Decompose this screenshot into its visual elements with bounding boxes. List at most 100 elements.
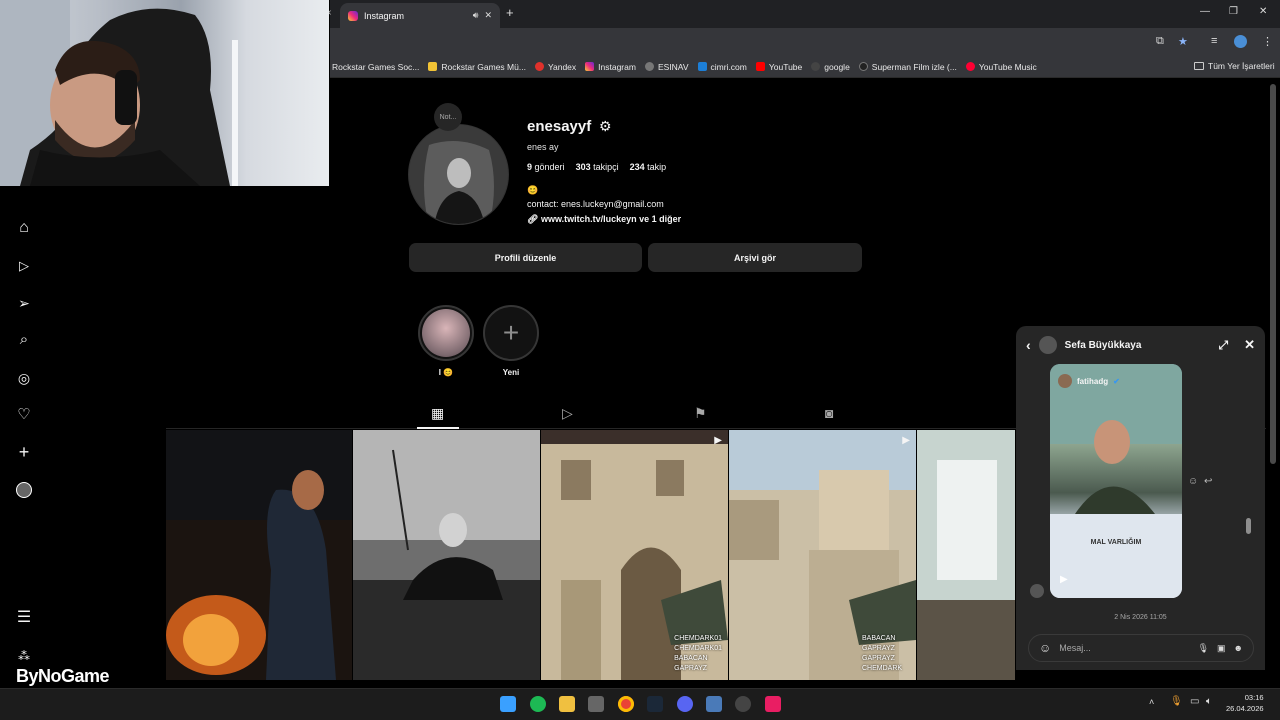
new-tab-button[interactable]: + (506, 5, 514, 20)
bookmark-item[interactable]: YouTube (755, 62, 802, 72)
post-tile[interactable]: CHEMDARK01 CHEMDARK01 BABACAN GAPRAYZ ▶ (541, 430, 728, 680)
post-tile[interactable] (166, 430, 352, 680)
instagram-favicon-icon (348, 10, 358, 21)
close-tab-icon[interactable]: ✕ (484, 10, 492, 21)
store-icon[interactable] (588, 696, 604, 712)
chat-avatar[interactable] (1038, 336, 1057, 354)
profile-avatar-icon[interactable] (1234, 35, 1247, 48)
caption-line: CHEMDARK01 (674, 645, 722, 652)
bookmark-item[interactable]: YouTube Music (965, 62, 1037, 72)
back-chevron-icon[interactable]: ‹ (1026, 337, 1031, 353)
bynogame-logo: ByNoGame (16, 666, 110, 686)
bookmark-item[interactable]: Yandex (534, 62, 576, 72)
new-highlight-button[interactable]: + (483, 305, 539, 361)
taskbar-clock[interactable]: 03:16 26.04.2026 (1226, 692, 1264, 714)
folder-icon (1194, 62, 1204, 70)
tab-instagram[interactable]: Instagram 🔊︎ ✕ (340, 3, 500, 28)
all-bookmarks-label: Tüm Yer İşaretleri (1208, 61, 1275, 71)
tray-chevron-icon[interactable]: ˄ (1149, 697, 1154, 707)
following-stat[interactable]: 234 takip (630, 162, 667, 172)
create-plus-icon[interactable]: + (14, 442, 34, 462)
view-archive-button[interactable]: Arşivi gör (648, 243, 862, 272)
address-bar[interactable] (330, 28, 1280, 56)
minimize-icon[interactable]: — (1200, 6, 1210, 17)
bookmark-item[interactable]: google (811, 62, 850, 72)
network-icon[interactable]: ▭ (1190, 696, 1199, 707)
reels-icon[interactable]: ▷ (14, 256, 34, 276)
highlight-item[interactable] (418, 305, 474, 361)
bookmark-item[interactable]: Rockstar Games Soc... (332, 62, 419, 72)
profile-avatar[interactable] (14, 480, 34, 500)
bookmark-item[interactable]: Rockstar Games Mü... (428, 62, 526, 72)
emoji-icon[interactable]: ☺ (1039, 641, 1051, 655)
post-tile[interactable] (917, 430, 1015, 680)
chat-contact-name[interactable]: Sefa Büyükkaya (1065, 340, 1211, 351)
profile-note[interactable]: Not... (434, 103, 462, 131)
message-input[interactable]: ☺ Mesaj... 🎙︎ ▣ ☻ (1028, 634, 1254, 662)
more-menu-icon[interactable]: ☰ (14, 608, 34, 628)
page-scrollbar[interactable] (1270, 84, 1276, 464)
close-window-icon[interactable]: ✕ (1259, 6, 1267, 17)
following-label: takip (647, 162, 667, 172)
obs-icon[interactable] (735, 696, 751, 712)
all-bookmarks[interactable]: Tüm Yer İşaretleri (1194, 61, 1275, 71)
install-app-icon[interactable]: ⧉ (1156, 35, 1164, 48)
bookmark-item[interactable]: cimri.com (697, 62, 747, 72)
message-placeholder: Mesaj... (1059, 643, 1091, 653)
home-icon[interactable]: ⌂ (14, 218, 34, 238)
direct-icon[interactable]: ➢ (14, 293, 34, 313)
bio-link[interactable]: 🔗︎ www.twitch.tv/luckeyn ve 1 diğer (527, 214, 681, 225)
shared-reel[interactable]: fatihadg ✔ MAL VARLIĞIM ▶ (1050, 364, 1182, 598)
sticker-icon[interactable]: ☻ (1234, 643, 1243, 653)
chrome-icon[interactable] (618, 696, 634, 712)
bookmark-label: Superman Film izle (... (871, 61, 957, 72)
mic-tray-icon[interactable]: 🎙︎ (1170, 696, 1183, 707)
spotify-icon[interactable] (530, 696, 546, 712)
file-explorer-icon[interactable] (559, 696, 575, 712)
explore-icon[interactable]: ◎ (14, 368, 34, 388)
tab-saved-icon[interactable]: ⚑ (694, 405, 707, 422)
tab-reels-icon[interactable]: ▷ (562, 405, 573, 422)
search-icon[interactable]: ⌕ (14, 330, 34, 350)
expand-icon[interactable]: ⤢ (1218, 338, 1228, 353)
image-icon[interactable]: ▣ (1217, 643, 1226, 654)
app-icon[interactable] (706, 696, 722, 712)
menu-dots-icon[interactable]: ⋮ (1262, 35, 1273, 48)
post-tile[interactable] (353, 430, 540, 680)
app-pink-icon[interactable] (765, 696, 781, 712)
highlight-label: Yeni (502, 368, 520, 377)
tab-tagged-icon[interactable]: ◙ (825, 405, 833, 421)
media-control-icon[interactable]: ≡ (1211, 35, 1217, 47)
bookmark-label: Rockstar Games Soc... (332, 61, 420, 72)
close-chat-icon[interactable]: ✕ (1244, 337, 1255, 353)
tab-posts-grid-icon[interactable]: ▦ (431, 405, 444, 422)
bookmark-label: Rockstar Games Mü... (441, 61, 526, 72)
react-emoji-icon[interactable]: ☺ (1188, 476, 1198, 487)
bio-contact: contact: enes.luckeyn@gmail.com (527, 199, 664, 209)
profile-picture[interactable] (408, 124, 509, 225)
volume-icon[interactable]: 🔈︎ (1206, 696, 1212, 707)
discord-icon[interactable] (677, 696, 693, 712)
caption-line: GAPRAYZ (674, 665, 708, 672)
bookmark-item[interactable]: Instagram (585, 62, 636, 72)
notifications-heart-icon[interactable]: ♡ (14, 405, 34, 425)
apps-icon[interactable]: ⁂ (14, 646, 34, 666)
globe-icon (644, 62, 654, 71)
bookmark-item[interactable]: Superman Film izle (... (858, 61, 957, 72)
post-tile[interactable]: BABACAN GAPRAYZ GAPRAYZ CHEMDARK ▶ (729, 430, 916, 680)
start-windows-icon[interactable] (500, 696, 516, 712)
settings-gear-icon[interactable]: ⚙︎ (599, 118, 612, 135)
chat-scrollbar[interactable] (1246, 518, 1251, 534)
followers-stat[interactable]: 303 takipçi (576, 162, 619, 172)
reply-icon[interactable]: ↩ (1204, 476, 1212, 487)
speaker-icon[interactable]: 🔊︎ (473, 10, 479, 21)
bookmark-item[interactable]: ESINAV (644, 62, 689, 72)
edit-profile-button[interactable]: Profili düzenle (409, 243, 642, 272)
restore-icon[interactable]: ❐ (1229, 6, 1238, 17)
post-image (166, 430, 352, 680)
steam-icon[interactable] (647, 696, 663, 712)
microphone-icon[interactable]: 🎙︎ (1198, 643, 1209, 654)
bookmark-star-icon[interactable]: ★ (1178, 35, 1188, 48)
caption-line: CHEMDARK (862, 665, 903, 672)
youtube-music-icon (965, 62, 975, 71)
